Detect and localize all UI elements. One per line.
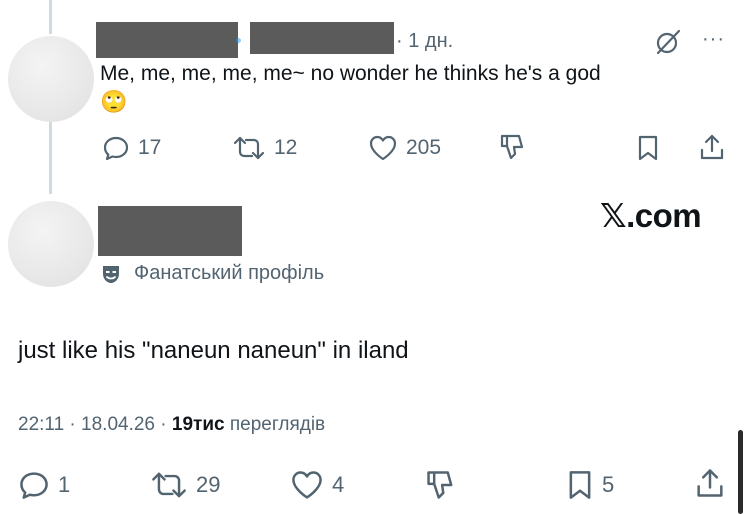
redacted-display-name (96, 22, 238, 58)
reply-button[interactable]: 1 (18, 469, 70, 501)
thread-line-middle (49, 122, 52, 194)
downvote-button[interactable] (498, 132, 528, 162)
verified-dot (236, 38, 241, 43)
x-watermark: 𝕏.com (600, 197, 702, 234)
bookmark-button[interactable] (636, 134, 660, 162)
more-options-button[interactable]: ··· (702, 28, 725, 51)
like-button[interactable]: 205 (368, 134, 441, 162)
reply-icon (103, 136, 129, 161)
repost-icon (233, 136, 265, 160)
reply-count: 17 (138, 136, 162, 159)
share-icon (700, 134, 724, 160)
repost-icon (152, 472, 186, 498)
bookmark-icon (569, 471, 591, 499)
downvote-button[interactable] (424, 468, 458, 502)
reply-text: just like his "naneun naneun" in iland (18, 337, 409, 364)
avatar[interactable] (8, 36, 94, 122)
share-icon (697, 469, 723, 497)
post-date[interactable]: 18.04.26 (81, 414, 155, 435)
reply-count: 1 (58, 472, 71, 497)
reply-avatar[interactable] (8, 201, 94, 287)
repost-button[interactable]: 12 (232, 134, 297, 162)
repost-count: 29 (196, 472, 221, 497)
scrollbar[interactable] (738, 430, 743, 514)
share-button[interactable] (694, 466, 726, 500)
eye-roll-emoji: 🙄 (100, 89, 128, 114)
redacted-reply-name (98, 206, 242, 256)
bookmark-button[interactable]: 5 (566, 469, 614, 501)
theater-mask-icon (103, 265, 119, 283)
post-text: Me, me, me, me, me~ no wonder he thinks … (100, 60, 601, 116)
reply-icon (20, 472, 48, 499)
heart-icon (292, 471, 322, 499)
like-button[interactable]: 4 (290, 469, 344, 501)
like-count: 205 (406, 136, 442, 159)
time-separator: · (396, 30, 403, 52)
post-time[interactable]: · 1 дн. (396, 30, 453, 53)
like-count: 4 (332, 472, 345, 497)
bookmark-count: 5 (602, 472, 615, 497)
grok-icon[interactable] (654, 28, 682, 61)
time-label: 1 дн. (408, 30, 454, 52)
post-meta: 22:11 · 18.04.26 · 19тис переглядів (18, 414, 325, 436)
fan-profile-label: Фанатський профіль (134, 262, 325, 284)
thread-line-top (49, 0, 52, 34)
views-label: переглядів (229, 414, 326, 435)
fan-profile-badge[interactable]: Фанатський профіль (100, 262, 324, 285)
bookmark-icon (638, 135, 658, 161)
share-button[interactable] (698, 132, 726, 162)
redacted-username (250, 22, 394, 54)
meta-separator: · (69, 414, 76, 435)
meta-separator: · (160, 414, 167, 435)
post-text-line: Me, me, me, me, me~ no wonder he thinks … (100, 62, 601, 85)
repost-count: 12 (274, 136, 298, 159)
thumbs-down-icon (427, 471, 453, 499)
reply-button[interactable]: 17 (102, 134, 161, 162)
repost-button[interactable]: 29 (150, 469, 220, 501)
views-count: 19тис (171, 414, 225, 435)
heart-icon (369, 135, 397, 161)
post-clock-time[interactable]: 22:11 (18, 414, 64, 435)
thumbs-down-icon (500, 134, 524, 160)
